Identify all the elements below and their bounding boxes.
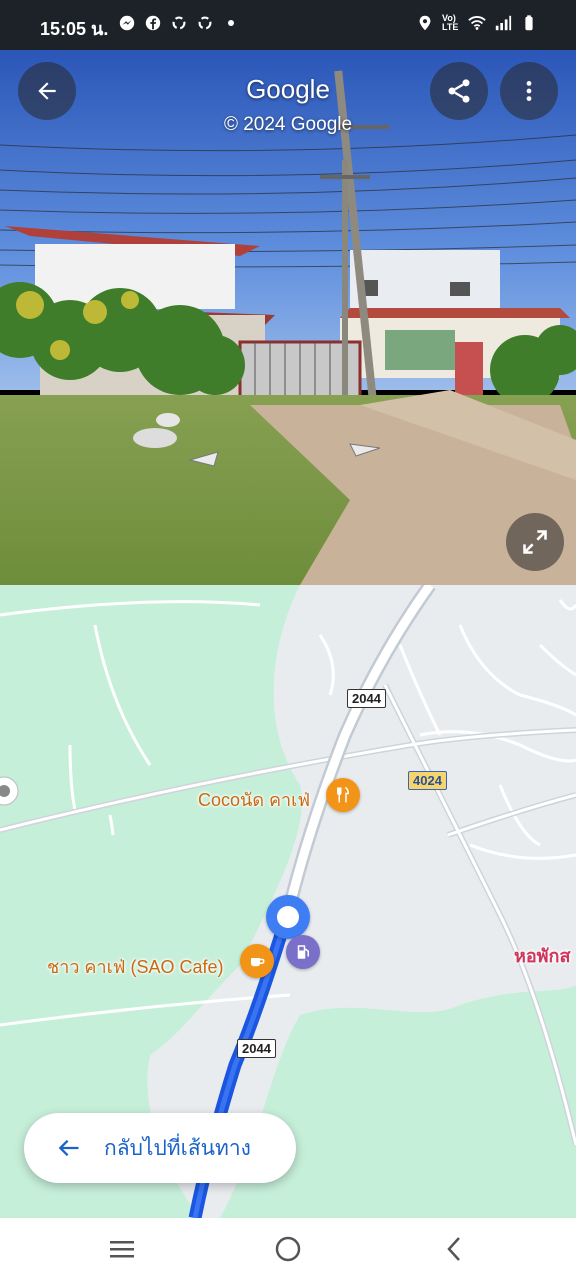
battery-icon bbox=[525, 15, 533, 31]
more-button[interactable] bbox=[500, 62, 558, 120]
share-button[interactable] bbox=[430, 62, 488, 120]
recents-button[interactable] bbox=[102, 1232, 142, 1266]
poi-label-sao-cafe[interactable]: ชาว คาเฟ่ (SAO Cafe) bbox=[47, 952, 224, 981]
route-shield-2044-bottom: 2044 bbox=[237, 1039, 276, 1058]
more-vert-icon bbox=[526, 81, 532, 101]
more-notifications-dot bbox=[228, 20, 234, 26]
street-view-panel[interactable]: Google © 2024 Google bbox=[0, 50, 576, 585]
home-button[interactable] bbox=[268, 1232, 308, 1266]
home-icon bbox=[275, 1236, 301, 1262]
route-shield-2044-top: 2044 bbox=[347, 689, 386, 708]
coffee-cup-icon bbox=[251, 958, 265, 967]
sync-icon bbox=[172, 16, 186, 30]
nav-back-button[interactable] bbox=[434, 1232, 474, 1266]
status-time: 15:05 น. bbox=[40, 19, 109, 39]
street-view-copyright: © 2024 Google bbox=[223, 114, 353, 135]
poi-label-coconut-cafe[interactable]: Cocoนัด คาเฟ่ bbox=[198, 785, 310, 814]
wifi-icon bbox=[468, 16, 486, 30]
current-location-marker[interactable] bbox=[266, 895, 310, 939]
back-to-route-button[interactable]: กลับไปที่เส้นทาง bbox=[24, 1113, 296, 1183]
location-icon bbox=[419, 15, 431, 31]
restaurant-pin[interactable] bbox=[326, 778, 360, 812]
map-panel[interactable]: 2044 4024 2044 Cocoนัด คาเฟ่ ชาว คาเฟ่ (… bbox=[0, 585, 576, 1218]
route-shield-4024: 4024 bbox=[408, 771, 447, 790]
volte-icon: Vo) LTE bbox=[442, 13, 459, 32]
notification-icons bbox=[118, 14, 234, 32]
recents-icon bbox=[110, 1241, 134, 1258]
gas-station-icon bbox=[297, 945, 309, 959]
system-nav-bar bbox=[0, 1218, 576, 1280]
status-bar: 15:05 น. Vo) LTE bbox=[0, 0, 576, 50]
back-arrow-icon bbox=[58, 1139, 79, 1157]
location-dot bbox=[277, 906, 299, 928]
back-icon bbox=[447, 1237, 460, 1261]
back-to-route-label: กลับไปที่เส้นทาง bbox=[104, 1136, 251, 1160]
expand-button[interactable] bbox=[506, 513, 564, 571]
sync-icon bbox=[198, 16, 212, 30]
share-icon bbox=[448, 79, 470, 103]
messenger-icon bbox=[119, 15, 135, 31]
poi-label-dorm[interactable]: หอพักส bbox=[514, 941, 570, 970]
gas-station-pin[interactable] bbox=[286, 935, 320, 969]
facebook-icon bbox=[145, 15, 161, 31]
cafe-pin[interactable] bbox=[240, 944, 274, 978]
restaurant-icon bbox=[337, 786, 350, 803]
street-view-title: Google bbox=[246, 74, 330, 104]
expand-icon bbox=[523, 530, 547, 554]
system-icons: Vo) LTE bbox=[416, 14, 538, 32]
signal-icon bbox=[495, 15, 512, 31]
